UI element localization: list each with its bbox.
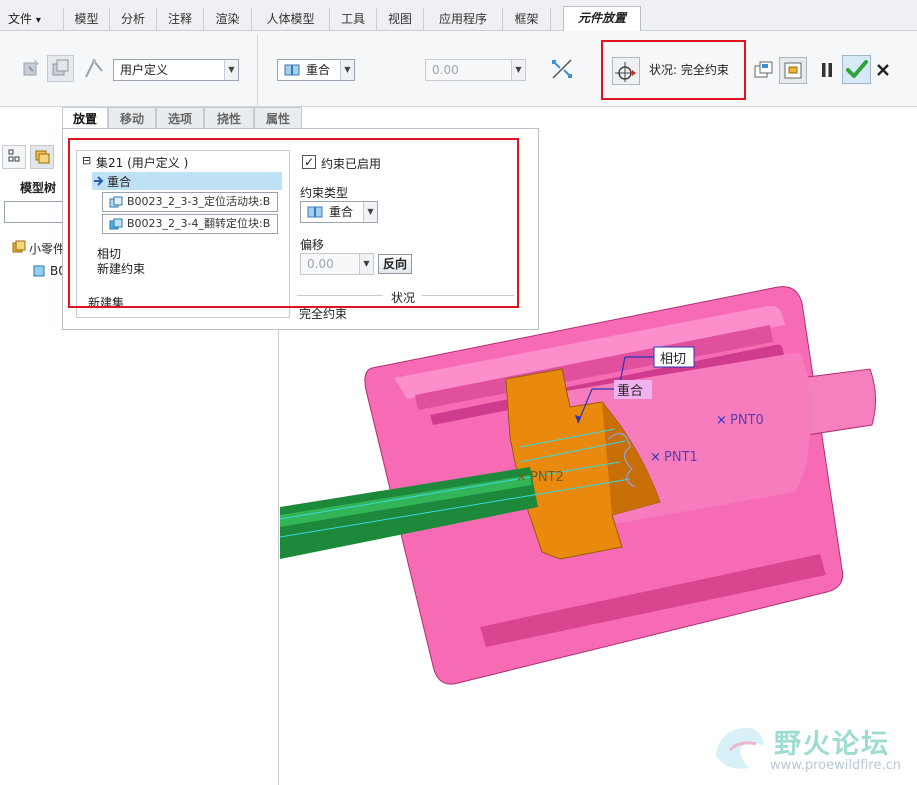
watermark-text: 野火论坛 (774, 729, 890, 760)
coincident-icon (284, 64, 300, 76)
connection-type-icon[interactable] (82, 57, 106, 81)
tab-flexibility[interactable]: 挠性 (204, 107, 254, 129)
assembly-window-icon (784, 62, 802, 79)
constraint-set-value: 用户定义 (120, 63, 169, 77)
move-package-icon (52, 59, 69, 76)
tab-properties[interactable]: 属性 (254, 107, 302, 129)
flip-constraint-icon[interactable] (550, 57, 574, 81)
file-menu-label: 文件 (8, 12, 33, 26)
chevron-down-icon: ▼ (511, 60, 525, 80)
constraint-type-select[interactable]: 重合 ▼ (277, 59, 355, 81)
chevron-down-icon: ▼ (224, 60, 238, 80)
tab-component-placement[interactable]: 元件放置 (563, 6, 641, 31)
datum-point-pnt0: PNT0 (730, 413, 764, 428)
tab-applications[interactable]: 应用程序 (423, 8, 502, 30)
tab-analysis[interactable]: 分析 (109, 8, 156, 30)
tab-options[interactable]: 选项 (156, 107, 204, 129)
file-menu-arrow-icon: ▾ (35, 15, 41, 26)
tab-tools[interactable]: 工具 (329, 8, 376, 30)
datum-point-pnt1: PNT1 (664, 450, 698, 465)
watermark-url: www.proewildfire.cn (770, 758, 901, 773)
tangent-label: 相切 (660, 352, 686, 367)
auto-constraint-icon[interactable] (20, 57, 42, 79)
tree-tool-structure[interactable] (2, 145, 26, 169)
tab-move[interactable]: 移动 (108, 107, 156, 129)
tree-structure-icon (8, 149, 20, 162)
tab-placement[interactable]: 放置 (62, 107, 108, 129)
tab-render[interactable]: 渲染 (203, 8, 251, 30)
datum-point-pnt2: PNT2 (530, 470, 564, 485)
checkmark-icon (846, 60, 868, 78)
separate-window-button[interactable] (753, 59, 775, 81)
layers-icon (35, 150, 50, 164)
ribbon: 用户定义 ▼ 重合 ▼ 0.00 ▼ 状况: 完全约束 (0, 31, 917, 107)
tab-view[interactable]: 视图 (376, 8, 423, 30)
datum-point-x-icon: × (516, 470, 527, 485)
tab-manikin[interactable]: 人体模型 (251, 8, 329, 30)
offset-value: 0.00 (432, 63, 459, 77)
menu-bar: 文件 ▾ 模型 分析 注释 渲染 人体模型 工具 视图 应用程序 框架 元件放置 (0, 0, 917, 31)
tab-model[interactable]: 模型 (63, 8, 109, 30)
tree-tool-layers[interactable] (30, 145, 54, 169)
assembly-icon (12, 240, 26, 253)
constraint-type-value: 重合 (306, 63, 331, 77)
coincident-label: 重合 (617, 383, 643, 399)
datum-point-x-icon: × (716, 413, 727, 428)
file-menu[interactable]: 文件 ▾ (0, 8, 58, 30)
tab-framework[interactable]: 框架 (502, 8, 551, 30)
ribbon-divider (257, 35, 258, 105)
tree-search-input[interactable] (4, 201, 64, 223)
chevron-down-icon: ▼ (340, 60, 354, 80)
placement-highlight-box (68, 138, 519, 308)
model-tree-title: 模型树 (20, 181, 57, 195)
status-highlight-box (601, 40, 746, 100)
part-icon (33, 265, 45, 277)
tree-item-root[interactable]: 小零件 (29, 240, 65, 257)
close-icon[interactable] (876, 63, 890, 77)
confirm-button[interactable] (842, 55, 871, 84)
pause-icon[interactable] (819, 61, 835, 79)
datum-point-x-icon: × (650, 450, 661, 465)
tab-annotate[interactable]: 注释 (156, 8, 203, 30)
constraint-set-select[interactable]: 用户定义 ▼ (113, 59, 239, 81)
separate-window-icon (754, 61, 773, 78)
assembly-window-button[interactable] (779, 57, 807, 84)
move-package-button[interactable] (47, 55, 74, 82)
offset-input[interactable]: 0.00 ▼ (425, 59, 526, 81)
